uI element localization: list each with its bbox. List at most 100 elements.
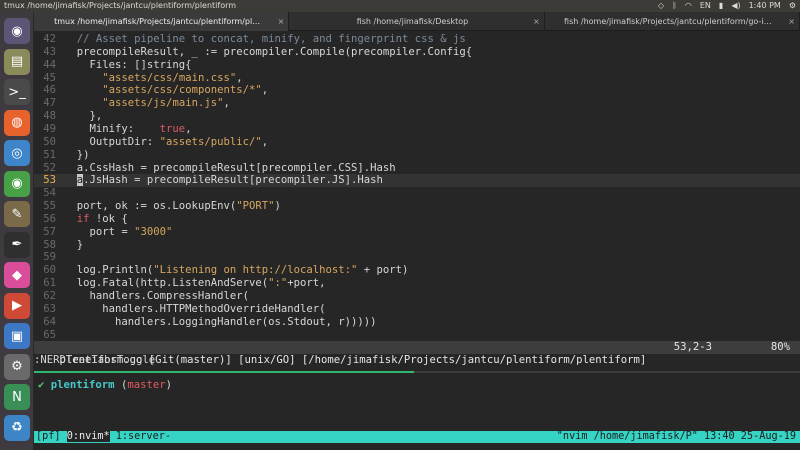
battery-icon[interactable]: ▮	[719, 0, 723, 12]
code-line[interactable]: 45 "assets/css/main.css",	[34, 72, 800, 85]
kite-icon[interactable]: ◆	[4, 262, 30, 288]
keyboard-layout[interactable]: EN	[700, 0, 711, 12]
line-number: 61	[43, 277, 56, 290]
power-gear-icon[interactable]: ⚙	[789, 0, 796, 12]
code-token: !ok {	[89, 212, 128, 225]
line-number: 50	[43, 135, 56, 148]
code-line[interactable]: 44 Files: []string{	[34, 59, 800, 72]
code-token: log.Println(	[64, 264, 154, 277]
code-line[interactable]: 62 handlers.CompressHandler(	[34, 290, 800, 303]
terminal-tab-2[interactable]: fish /home/jimafisk/Projects/jantcu/plen…	[545, 12, 800, 31]
tmux-window-0[interactable]: 0:nvim*	[66, 431, 110, 442]
settings-icon[interactable]: ⚙	[4, 353, 30, 380]
chromium-icon[interactable]: ◎	[4, 140, 30, 166]
code-token: ,	[185, 122, 192, 135]
tab-label: fish /home/jimafisk/Desktop	[356, 17, 469, 26]
code-token: "assets/js/main.js"	[102, 97, 224, 110]
close-tab-icon[interactable]: ×	[788, 12, 795, 31]
line-number: 53	[43, 174, 56, 187]
line-number: 62	[43, 290, 56, 302]
volume-icon[interactable]: ◀)	[731, 0, 740, 12]
code-line[interactable]: 48 },	[34, 110, 800, 123]
code-line[interactable]: 54	[34, 187, 800, 200]
ubuntu-dash-icon[interactable]: ◉	[4, 18, 30, 44]
code-token: ,	[261, 135, 269, 148]
bluetooth-icon[interactable]: ᛒ	[672, 0, 677, 12]
code-line[interactable]: 55 port, ok := os.LookupEnv("PORT")	[34, 200, 800, 213]
code-token: "PORT"	[236, 200, 275, 213]
code-token: port =	[64, 225, 135, 238]
close-tab-icon[interactable]: ×	[533, 12, 540, 31]
line-number: 65	[43, 328, 56, 341]
vm-icon[interactable]: ▣	[4, 323, 30, 349]
code-line[interactable]: 56 if !ok {	[34, 213, 800, 226]
dropbox-icon[interactable]: ◇	[658, 0, 664, 12]
close-tab-icon[interactable]: ×	[278, 12, 285, 31]
check-icon: ✔	[38, 379, 45, 391]
code-token: "assets/css/main.css"	[102, 71, 237, 84]
code-line[interactable]: 61 log.Fatal(http.ListenAndServe(":"+por…	[34, 277, 800, 290]
code-token: // Asset pipeline to concat, minify, and…	[64, 33, 466, 45]
code-line[interactable]: 52 a.CssHash = precompileResult[precompi…	[34, 162, 800, 175]
system-tray: ◇ ᛒ ◠ EN ▮ ◀) 1:40 PM ⚙	[658, 0, 796, 12]
code-line[interactable]: 49 Minify: true,	[34, 123, 800, 136]
files-icon[interactable]: ▤	[4, 48, 30, 75]
clock[interactable]: 1:40 PM	[749, 0, 781, 12]
code-token: })	[64, 148, 90, 161]
shell-prompt[interactable]: ✔ plentiform (master)	[38, 379, 172, 392]
vim-command-line[interactable]: :NERDTreeTabsToggle	[34, 354, 800, 367]
line-number: 48	[43, 110, 56, 123]
code-line[interactable]: 57 port = "3000"	[34, 226, 800, 239]
code-line[interactable]: 63 handlers.HTTPMethodOverrideHandler(	[34, 303, 800, 316]
code-line[interactable]: 51 })	[34, 149, 800, 162]
code-token: handlers.CompressHandler(	[64, 290, 249, 302]
window-title: tmux /home/jimafisk/Projects/jantcu/plen…	[4, 1, 237, 10]
code-line[interactable]: 65	[34, 329, 800, 342]
code-line[interactable]: 60 log.Println("Listening on http://loca…	[34, 264, 800, 277]
tmux-status-bar: [pf] 0:nvim* 1:server- "nvim /home/jimaf…	[34, 431, 800, 443]
code-token: ,	[261, 84, 269, 97]
line-number: 52	[43, 161, 56, 174]
code-line[interactable]: 46 "assets/css/components/*",	[34, 84, 800, 97]
code-token: precompileResult, _ := precompiler.Compi…	[64, 45, 473, 58]
wifi-icon[interactable]: ◠	[685, 0, 692, 12]
terminal-tab-0[interactable]: tmux /home/jimafisk/Projects/jantcu/plen…	[34, 12, 290, 31]
line-number: 59	[43, 251, 56, 264]
code-line[interactable]: 58 }	[34, 239, 800, 252]
code-token: "Listening on http://localhost:"	[153, 264, 358, 277]
code-token: + port)	[357, 264, 409, 277]
code-line[interactable]: 50 OutputDir: "assets/public/",	[34, 136, 800, 149]
code-token: "assets/public/"	[159, 135, 262, 148]
inkscape-icon[interactable]: ✒	[4, 231, 30, 258]
trash-icon[interactable]: ♻	[4, 414, 30, 441]
firefox-icon[interactable]: ◍	[4, 109, 30, 136]
tmux-session: [pf]	[36, 431, 61, 442]
chrome-icon[interactable]: ◉	[4, 170, 30, 197]
code-line[interactable]: 42 // Asset pipeline to concat, minify, …	[34, 33, 800, 46]
tmux-pane-divider[interactable]	[34, 371, 800, 373]
code-token: )	[274, 200, 281, 213]
code-line[interactable]: 59	[34, 251, 800, 264]
media-icon[interactable]: ▶	[4, 292, 30, 319]
code-token: if	[76, 212, 90, 225]
line-number: 64	[43, 315, 56, 328]
code-line[interactable]: 47 "assets/js/main.js",	[34, 97, 800, 110]
terminal-area[interactable]: 42 // Asset pipeline to concat, minify, …	[34, 31, 800, 450]
code-line[interactable]: 43 precompileResult, _ := precompiler.Co…	[34, 46, 800, 59]
code-token: }	[64, 238, 84, 251]
line-number: 63	[43, 302, 56, 315]
tmux-window-1[interactable]: 1:server-	[116, 431, 171, 442]
code-line[interactable]: 53 a.JsHash = precompileResult[precompil…	[34, 174, 800, 188]
code-line[interactable]: 64 handlers.LoggingHandler(os.Stdout, r)…	[34, 316, 800, 329]
line-number: 58	[43, 238, 56, 251]
terminal-icon[interactable]: >_	[4, 79, 30, 105]
code-token: handlers.HTTPMethodOverrideHandler(	[64, 302, 326, 315]
gimp-icon[interactable]: ✎	[4, 201, 30, 227]
node-icon[interactable]: N	[4, 384, 30, 410]
code-token: OutputDir:	[64, 135, 160, 148]
vim-statusline: plentiform.go [Git(master)] [unix/GO] [/…	[34, 341, 800, 366]
terminal-tab-1[interactable]: fish /home/jimafisk/Desktop ×	[289, 12, 545, 31]
code-token: "3000"	[134, 225, 173, 238]
